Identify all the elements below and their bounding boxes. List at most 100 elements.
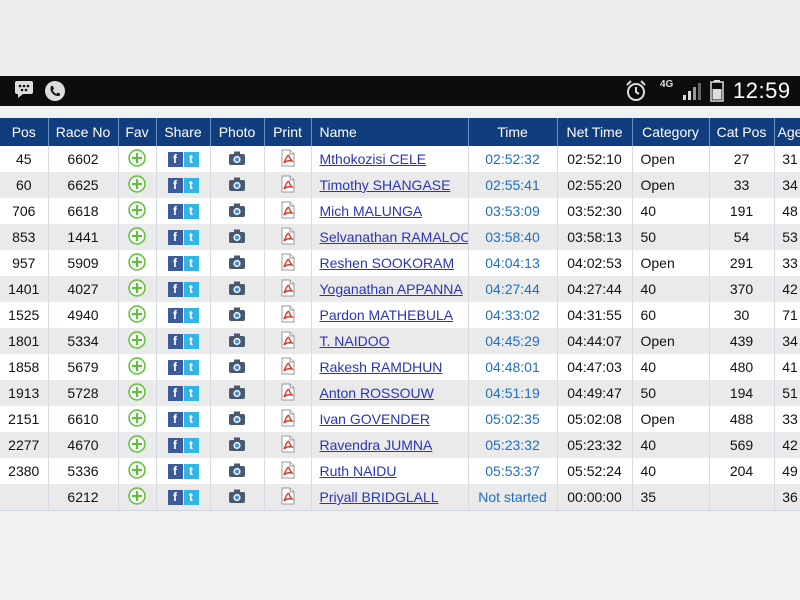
add-favourite-icon[interactable]: [128, 278, 146, 300]
runner-name-link[interactable]: Priyall BRIDGLALL: [320, 489, 439, 505]
table-row[interactable]: 1913 5728 ft Anton ROSSOUW 04:51:19 04:4…: [0, 380, 800, 406]
twitter-icon[interactable]: t: [183, 490, 199, 506]
pdf-icon[interactable]: [280, 487, 296, 508]
pdf-icon[interactable]: [280, 305, 296, 326]
pdf-icon[interactable]: [280, 409, 296, 430]
table-row[interactable]: 45 6602 ft Mthokozisi CELE 02:52:32 02:5…: [0, 146, 800, 172]
col-name[interactable]: Name: [311, 118, 469, 146]
col-time[interactable]: Time: [468, 118, 558, 146]
camera-icon[interactable]: [228, 436, 246, 455]
table-row[interactable]: 1858 5679 ft Rakesh RAMDHUN 04:48:01 04:…: [0, 354, 800, 380]
facebook-icon[interactable]: f: [167, 386, 183, 402]
runner-name-link[interactable]: Mich MALUNGA: [320, 203, 423, 219]
col-age[interactable]: Age: [774, 118, 800, 146]
table-row[interactable]: 957 5909 ft Reshen SOOKORAM 04:04:13 04:…: [0, 250, 800, 276]
table-row[interactable]: 2151 6610 ft Ivan GOVENDER 05:02:35 05:0…: [0, 406, 800, 432]
add-favourite-icon[interactable]: [128, 148, 146, 170]
facebook-icon[interactable]: f: [167, 230, 183, 246]
runner-name-link[interactable]: Ivan GOVENDER: [320, 411, 430, 427]
runner-name-link[interactable]: Selvanathan RAMALOO: [320, 229, 468, 245]
pdf-icon[interactable]: [280, 201, 296, 222]
facebook-icon[interactable]: f: [167, 308, 183, 324]
col-print[interactable]: Print: [264, 118, 312, 146]
facebook-icon[interactable]: f: [167, 334, 183, 350]
col-pos[interactable]: Pos: [0, 118, 49, 146]
pdf-icon[interactable]: [280, 383, 296, 404]
pdf-icon[interactable]: [280, 279, 296, 300]
col-race-no[interactable]: Race No: [48, 118, 119, 146]
twitter-icon[interactable]: t: [183, 256, 199, 272]
col-net-time[interactable]: Net Time: [557, 118, 633, 146]
pdf-icon[interactable]: [280, 331, 296, 352]
twitter-icon[interactable]: t: [183, 438, 199, 454]
add-favourite-icon[interactable]: [128, 408, 146, 430]
runner-name-link[interactable]: Ravendra JUMNA: [320, 437, 433, 453]
twitter-icon[interactable]: t: [183, 464, 199, 480]
facebook-icon[interactable]: f: [167, 412, 183, 428]
table-row[interactable]: 853 1441 ft Selvanathan RAMALOO 03:58:40…: [0, 224, 800, 250]
col-share[interactable]: Share: [156, 118, 211, 146]
add-favourite-icon[interactable]: [128, 460, 146, 482]
table-row[interactable]: 1401 4027 ft Yoganathan APPANNA 04:27:44…: [0, 276, 800, 302]
add-favourite-icon[interactable]: [128, 330, 146, 352]
runner-name-link[interactable]: Rakesh RAMDHUN: [320, 359, 443, 375]
camera-icon[interactable]: [228, 280, 246, 299]
add-favourite-icon[interactable]: [128, 174, 146, 196]
add-favourite-icon[interactable]: [128, 434, 146, 456]
col-cat-pos[interactable]: Cat Pos: [709, 118, 775, 146]
table-row[interactable]: 706 6618 ft Mich MALUNGA 03:53:09 03:52:…: [0, 198, 800, 224]
camera-icon[interactable]: [228, 150, 246, 169]
runner-name-link[interactable]: Anton ROSSOUW: [320, 385, 434, 401]
camera-icon[interactable]: [228, 358, 246, 377]
table-row[interactable]: 6212 ft Priyall BRIDGLALL Not started 00…: [0, 484, 800, 510]
runner-name-link[interactable]: T. NAIDOO: [320, 333, 390, 349]
table-row[interactable]: 2277 4670 ft Ravendra JUMNA 05:23:32 05:…: [0, 432, 800, 458]
twitter-icon[interactable]: t: [183, 412, 199, 428]
col-category[interactable]: Category: [632, 118, 710, 146]
camera-icon[interactable]: [228, 228, 246, 247]
table-row[interactable]: 60 6625 ft Timothy SHANGASE 02:55:41 02:…: [0, 172, 800, 198]
twitter-icon[interactable]: t: [183, 386, 199, 402]
facebook-icon[interactable]: f: [167, 464, 183, 480]
runner-name-link[interactable]: Ruth NAIDU: [320, 463, 397, 479]
twitter-icon[interactable]: t: [183, 360, 199, 376]
runner-name-link[interactable]: Pardon MATHEBULA: [320, 307, 454, 323]
camera-icon[interactable]: [228, 332, 246, 351]
pdf-icon[interactable]: [280, 461, 296, 482]
camera-icon[interactable]: [228, 384, 246, 403]
pdf-icon[interactable]: [280, 175, 296, 196]
col-photo[interactable]: Photo: [210, 118, 265, 146]
twitter-icon[interactable]: t: [183, 308, 199, 324]
pdf-icon[interactable]: [280, 357, 296, 378]
runner-name-link[interactable]: Reshen SOOKORAM: [320, 255, 455, 271]
runner-name-link[interactable]: Mthokozisi CELE: [320, 151, 427, 167]
table-row[interactable]: 1525 4940 ft Pardon MATHEBULA 04:33:02 0…: [0, 302, 800, 328]
add-favourite-icon[interactable]: [128, 356, 146, 378]
facebook-icon[interactable]: f: [167, 256, 183, 272]
pdf-icon[interactable]: [280, 435, 296, 456]
pdf-icon[interactable]: [280, 227, 296, 248]
camera-icon[interactable]: [228, 462, 246, 481]
add-favourite-icon[interactable]: [128, 252, 146, 274]
facebook-icon[interactable]: f: [167, 178, 183, 194]
facebook-icon[interactable]: f: [167, 360, 183, 376]
twitter-icon[interactable]: t: [183, 204, 199, 220]
table-row[interactable]: 1801 5334 ft T. NAIDOO 04:45:29 04:44:07…: [0, 328, 800, 354]
twitter-icon[interactable]: t: [183, 178, 199, 194]
camera-icon[interactable]: [228, 176, 246, 195]
facebook-icon[interactable]: f: [167, 282, 183, 298]
twitter-icon[interactable]: t: [183, 334, 199, 350]
add-favourite-icon[interactable]: [128, 382, 146, 404]
camera-icon[interactable]: [228, 254, 246, 273]
add-favourite-icon[interactable]: [128, 486, 146, 508]
facebook-icon[interactable]: f: [167, 152, 183, 168]
facebook-icon[interactable]: f: [167, 490, 183, 506]
camera-icon[interactable]: [228, 488, 246, 507]
col-fav[interactable]: Fav: [118, 118, 157, 146]
runner-name-link[interactable]: Yoganathan APPANNA: [320, 281, 463, 297]
camera-icon[interactable]: [228, 306, 246, 325]
facebook-icon[interactable]: f: [167, 438, 183, 454]
add-favourite-icon[interactable]: [128, 226, 146, 248]
table-row[interactable]: 2380 5336 ft Ruth NAIDU 05:53:37 05:52:2…: [0, 458, 800, 484]
runner-name-link[interactable]: Timothy SHANGASE: [320, 177, 451, 193]
